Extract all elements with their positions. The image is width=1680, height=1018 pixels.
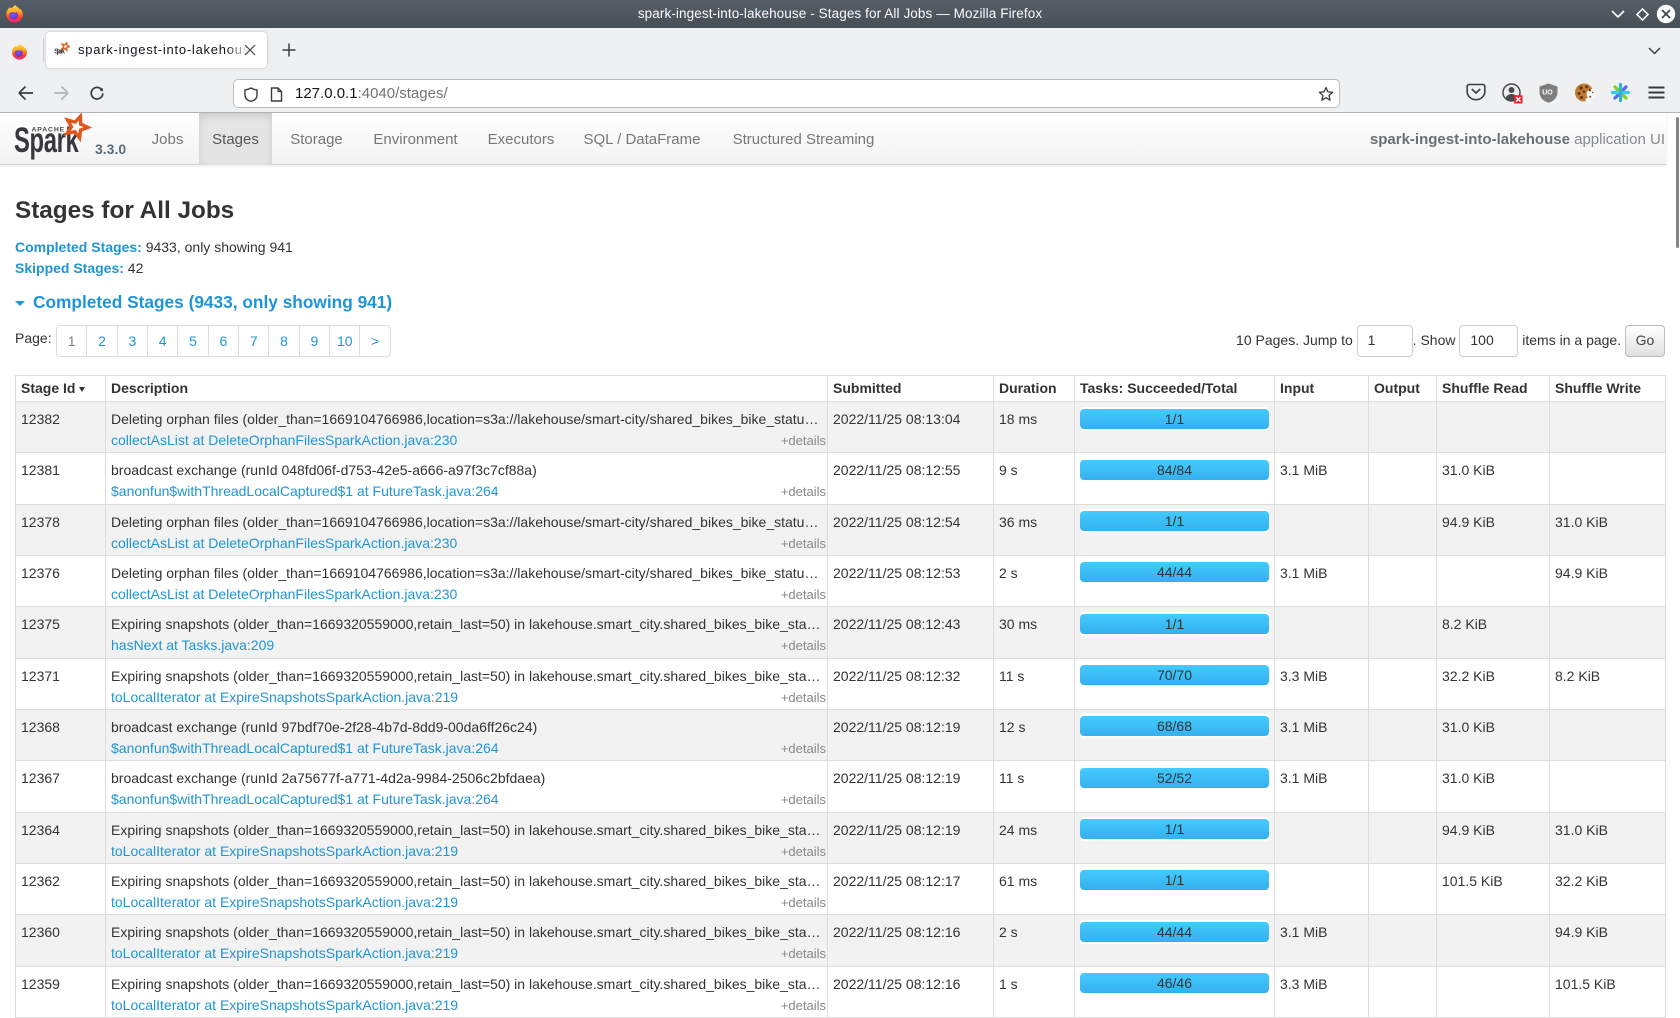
svg-text:UO: UO xyxy=(1542,90,1553,97)
